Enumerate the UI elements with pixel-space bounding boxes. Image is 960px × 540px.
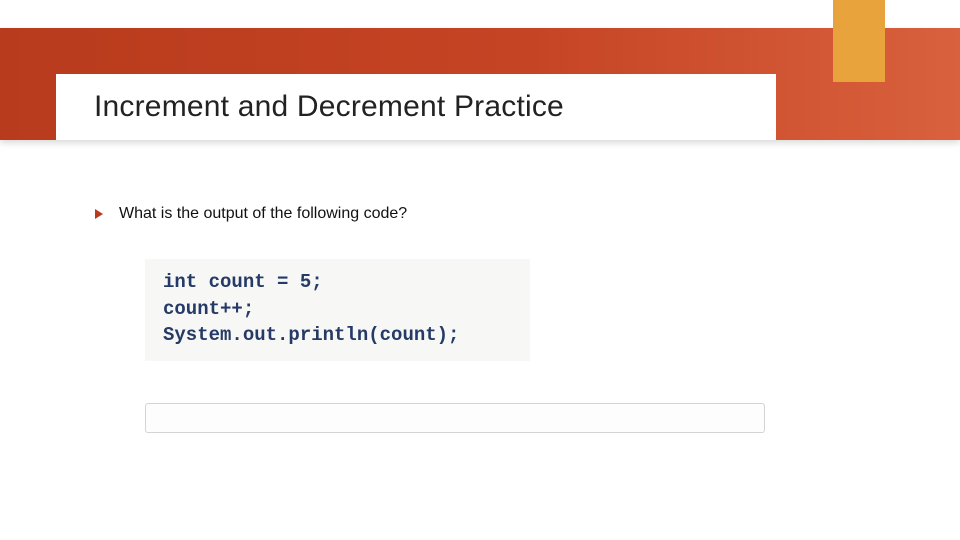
code-block: int count = 5; count++; System.out.print… <box>145 259 530 361</box>
content-area: What is the output of the following code… <box>95 205 900 433</box>
arrow-right-icon <box>95 209 103 219</box>
title-box: Increment and Decrement Practice <box>56 74 776 140</box>
accent-block <box>833 0 885 82</box>
code-line-2: count++; <box>163 296 512 323</box>
slide: Increment and Decrement Practice What is… <box>0 0 960 540</box>
bullet-row: What is the output of the following code… <box>95 205 900 223</box>
code-line-3: System.out.println(count); <box>163 322 512 349</box>
slide-title: Increment and Decrement Practice <box>94 90 564 124</box>
answer-box <box>145 403 765 433</box>
code-line-1: int count = 5; <box>163 269 512 296</box>
bullet-text: What is the output of the following code… <box>119 205 407 223</box>
